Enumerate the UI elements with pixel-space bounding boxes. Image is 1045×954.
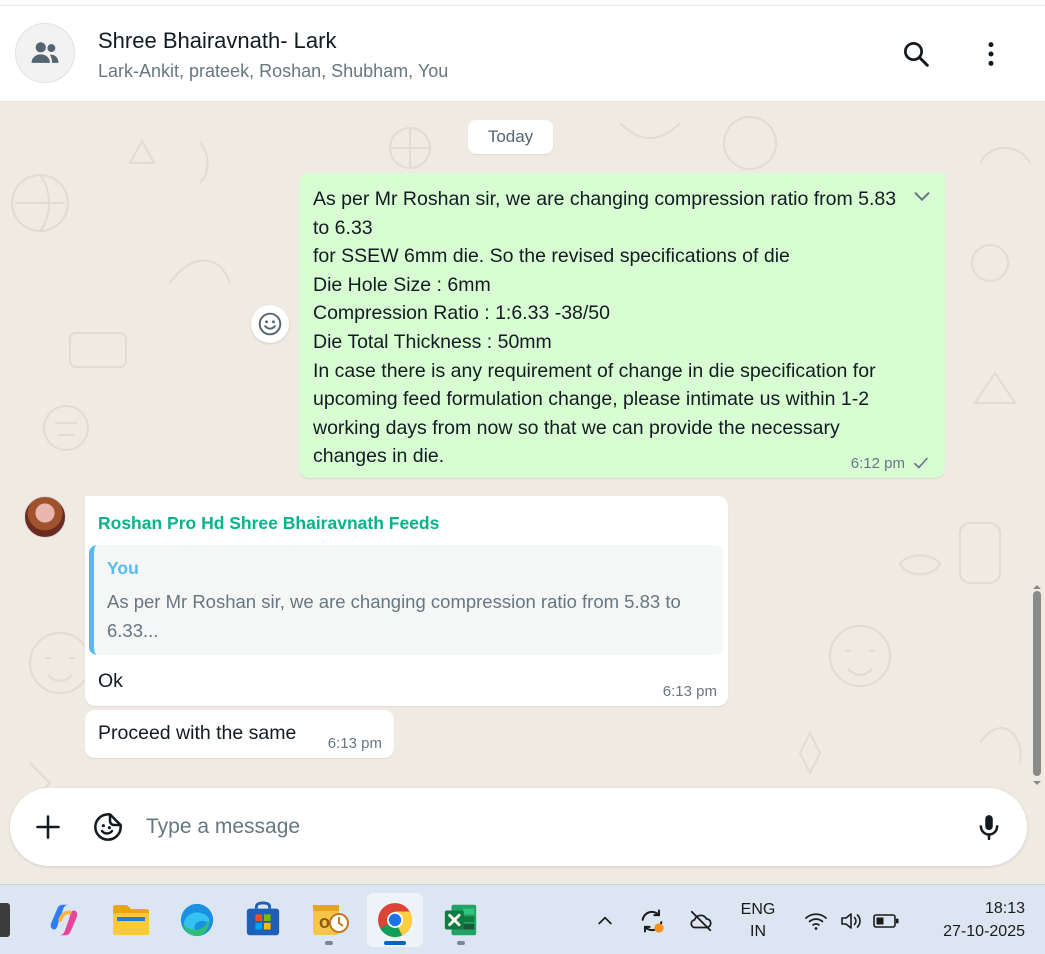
single-tick-icon — [914, 457, 928, 469]
sticker-button[interactable] — [88, 807, 128, 847]
taskbar-copilot[interactable] — [36, 893, 92, 947]
chevron-up-icon — [598, 916, 612, 925]
language-code: ENG — [740, 901, 776, 918]
smiley-icon — [258, 312, 282, 336]
taskbar-edge[interactable] — [169, 893, 225, 947]
microphone-icon — [979, 815, 999, 841]
taskbar-excel[interactable] — [433, 893, 489, 947]
store-icon — [246, 901, 280, 936]
taskbar-outlook[interactable]: O — [301, 893, 357, 947]
plus-icon — [36, 815, 60, 839]
language-region: IN — [750, 923, 766, 940]
wifi-icon — [805, 913, 827, 930]
search-button[interactable] — [896, 34, 936, 74]
message-time: 6:13 pm — [327, 735, 382, 752]
copilot-icon — [50, 904, 78, 936]
taskbar-store[interactable] — [235, 893, 291, 947]
chevron-down-icon[interactable] — [911, 185, 933, 207]
chat-area: Today As per Mr Roshan sir, we are chang… — [0, 103, 1045, 883]
chat-header: Shree Bhairavnath- Lark Lark-Ankit, prat… — [0, 6, 1045, 102]
group-avatar[interactable] — [15, 23, 75, 83]
message-text: Ok — [98, 670, 123, 692]
more-vertical-icon — [988, 42, 994, 66]
clock-date: 27-10-2025 — [943, 923, 1025, 940]
taskbar-chrome[interactable] — [367, 893, 423, 947]
sticker-icon — [94, 813, 122, 841]
message-meta: 6:12 pm — [851, 454, 931, 472]
show-hidden-icons-button[interactable] — [591, 907, 619, 935]
quoted-message[interactable]: You As per Mr Roshan sir, we are changin… — [89, 545, 723, 655]
chat-title[interactable]: Shree Bhairavnath- Lark — [98, 28, 336, 54]
message-text: Proceed with the same — [98, 722, 297, 744]
react-button[interactable] — [251, 305, 289, 343]
sender-name[interactable]: Roshan Pro Hd Shree Bhairavnath Feeds — [98, 513, 439, 534]
message-time: 6:13 pm — [662, 683, 717, 700]
search-icon — [904, 42, 929, 67]
group-icon — [31, 42, 59, 63]
excel-icon — [444, 904, 477, 936]
scroll-thumb[interactable] — [1033, 591, 1041, 776]
menu-button[interactable] — [971, 34, 1011, 74]
taskbar-file-explorer[interactable] — [103, 893, 159, 947]
system-clock[interactable]: 18:13 27-10-2025 — [915, 897, 1025, 943]
cloud-off-icon — [690, 910, 712, 932]
message-text: As per Mr Roshan sir, we are changing co… — [313, 188, 897, 468]
voice-button[interactable] — [969, 807, 1009, 847]
message-time: 6:12 pm — [850, 454, 905, 472]
taskbar-widget-edge[interactable] — [0, 903, 10, 937]
language-indicator[interactable]: ENG IN — [736, 899, 780, 943]
sender-avatar[interactable] — [24, 496, 66, 538]
windows-taskbar: O ENG IN 18:13 27-10-2025 — [0, 884, 1045, 954]
app-running-indicator — [457, 941, 465, 945]
scroll-down-icon[interactable] — [1031, 779, 1043, 787]
battery-icon — [873, 914, 899, 928]
chat-members[interactable]: Lark-Ankit, prateek, Roshan, Shubham, Yo… — [98, 61, 448, 82]
quote-text: As per Mr Roshan sir, we are changing co… — [107, 591, 681, 641]
incoming-message[interactable]: Proceed with the same 6:13 pm — [85, 710, 394, 758]
app-running-indicator — [325, 941, 333, 945]
incoming-message[interactable]: Roshan Pro Hd Shree Bhairavnath Feeds Yo… — [85, 496, 728, 706]
message-input[interactable] — [146, 808, 946, 846]
scroll-up-icon[interactable] — [1031, 583, 1043, 591]
svg-text:O: O — [319, 917, 330, 932]
sync-tray-button[interactable] — [638, 907, 666, 935]
volume-button[interactable] — [837, 907, 865, 935]
network-button[interactable] — [802, 907, 830, 935]
quote-author: You — [107, 558, 139, 578]
chat-scrollbar[interactable] — [1031, 583, 1043, 788]
onedrive-tray-button[interactable] — [687, 907, 715, 935]
outgoing-message[interactable]: As per Mr Roshan sir, we are changing co… — [299, 173, 945, 478]
sync-icon — [641, 909, 664, 933]
attach-button[interactable] — [28, 807, 68, 847]
battery-button[interactable] — [872, 907, 900, 935]
speaker-icon — [841, 913, 861, 929]
clock-time: 18:13 — [984, 900, 1025, 917]
chrome-icon — [378, 903, 412, 937]
app-active-indicator — [384, 941, 406, 945]
folder-icon — [113, 905, 149, 935]
date-separator: Today — [468, 120, 553, 154]
outlook-icon: O — [313, 905, 349, 935]
edge-icon — [180, 903, 214, 937]
message-composer — [10, 788, 1027, 866]
